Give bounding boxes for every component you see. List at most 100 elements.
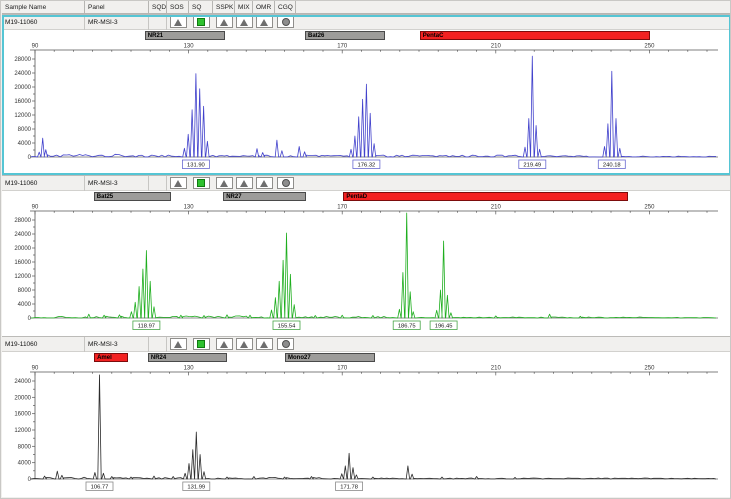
flag-cell-sos: [167, 176, 189, 191]
peak-size-label[interactable]: 171.78: [336, 482, 363, 491]
column-header-sq: SQ: [189, 1, 213, 14]
svg-text:219.49: 219.49: [523, 163, 541, 169]
x-axis-tick-label: 210: [491, 366, 502, 372]
flag-cell-sspk: [213, 176, 235, 191]
y-axis-tick-label: 0: [28, 155, 32, 161]
marker-bar-pentad[interactable]: PentaD: [343, 192, 628, 201]
flag-button-sspk[interactable]: [216, 338, 233, 350]
flag-button-cgq[interactable]: [277, 338, 294, 350]
gray-triangle-flag-icon: [260, 19, 268, 26]
marker-bar-pentac[interactable]: PentaC: [420, 31, 650, 40]
gray-triangle-flag-icon: [240, 341, 248, 348]
gray-triangle-flag-icon: [220, 180, 228, 187]
svg-text:171.78: 171.78: [340, 485, 358, 491]
gray-triangle-flag-icon: [260, 180, 268, 187]
marker-bar-bat25[interactable]: Bat25: [94, 192, 171, 201]
peak-size-label[interactable]: 219.49: [519, 160, 546, 169]
flag-button-cgq[interactable]: [277, 177, 294, 189]
marker-bar-bat26[interactable]: Bat26: [305, 31, 385, 40]
flag-cell-omr: [253, 15, 275, 30]
sample-name-cell[interactable]: M19-11060: [2, 337, 85, 352]
sample-row-header: M19-11060MR-MSI-3: [2, 337, 731, 352]
flag-button-sos[interactable]: [170, 338, 187, 350]
sample-panel-3[interactable]: M19-11060MR-MSI-3Amel NR24 Mono27 90 130 170 2…: [2, 336, 731, 497]
marker-bar-row: Bat25 NR27 PentaD: [2, 191, 731, 202]
flag-button-mix[interactable]: [236, 338, 253, 350]
peak-size-label[interactable]: 196.45: [430, 321, 457, 330]
column-header-mix: MIX: [235, 1, 253, 14]
x-axis-tick-label: 210: [491, 44, 502, 50]
column-header-cgq: CGQ: [275, 1, 296, 14]
svg-text:106.77: 106.77: [91, 485, 109, 491]
peak-size-label[interactable]: 240.18: [598, 160, 625, 169]
flag-button-sspk[interactable]: [216, 16, 233, 28]
flag-button-sq[interactable]: [193, 338, 210, 350]
marker-bar-row: Amel NR24 Mono27: [2, 352, 731, 363]
panel-name-cell[interactable]: MR-MSI-3: [85, 176, 149, 191]
y-axis-tick-label: 4000: [18, 461, 32, 467]
x-axis-tick-label: 170: [337, 44, 348, 50]
marker-bar-nr27[interactable]: NR27: [223, 192, 306, 201]
peak-size-label[interactable]: 176.32: [353, 160, 380, 169]
x-axis-tick-label: 90: [32, 366, 39, 372]
panel-name-cell[interactable]: MR-MSI-3: [85, 337, 149, 352]
flag-button-sspk[interactable]: [216, 177, 233, 189]
sample-panel-2[interactable]: M19-11060MR-MSI-3Bat25NR27PentaD90130170…: [2, 175, 731, 336]
sample-name-cell[interactable]: M19-11060: [2, 176, 85, 191]
panel-name-cell[interactable]: MR-MSI-3: [85, 15, 149, 30]
marker-bar-nr21[interactable]: NR21: [145, 31, 226, 40]
gray-triangle-flag-icon: [220, 341, 228, 348]
flag-button-sq[interactable]: [193, 177, 210, 189]
sample-row-header: M19-11060MR-MSI-3: [2, 176, 731, 191]
y-axis-tick-label: 4000: [18, 141, 32, 147]
flag-button-omr[interactable]: [256, 16, 273, 28]
flag-button-sos[interactable]: [170, 177, 187, 189]
x-axis-tick-label: 130: [184, 205, 195, 211]
flag-button-mix[interactable]: [236, 177, 253, 189]
x-axis-tick-label: 130: [184, 366, 195, 372]
sample-name-cell[interactable]: M19-11060: [2, 15, 85, 30]
peak-size-label[interactable]: 106.77: [86, 482, 113, 491]
marker-bar-amel[interactable]: Amel: [94, 353, 128, 362]
marker-bar-mono27[interactable]: Mono27: [285, 353, 375, 362]
flag-button-mix[interactable]: [236, 16, 253, 28]
electropherogram-plot[interactable]: 9013017021025040008000120001600020000240…: [2, 202, 731, 336]
flag-button-sq[interactable]: [193, 16, 210, 28]
flag-button-sos[interactable]: [170, 16, 187, 28]
peak-size-label[interactable]: 118.97: [133, 321, 160, 330]
peak-size-label[interactable]: 131.99: [183, 482, 210, 491]
svg-text:176.32: 176.32: [358, 163, 376, 169]
sample-panel-1[interactable]: M19-11060MR-MSI-3NR21 Bat26 PentaC 90 130 170…: [2, 14, 731, 175]
gray-triangle-flag-icon: [240, 19, 248, 26]
x-axis-tick-label: 130: [184, 44, 195, 50]
column-header-sample-name: Sample Name: [2, 1, 85, 14]
quality-pass-square-icon: [197, 179, 205, 187]
marker-bar-nr24[interactable]: NR24: [148, 353, 227, 362]
flag-button-omr[interactable]: [256, 177, 273, 189]
y-axis-tick-label: 0: [28, 477, 32, 483]
electropherogram-plot[interactable]: 9013017021025040008000120001600020000240…: [2, 363, 731, 497]
y-axis-tick-label: 4000: [18, 302, 32, 308]
flag-button-cgq[interactable]: [277, 16, 294, 28]
gray-triangle-flag-icon: [220, 19, 228, 26]
flag-cell-omr: [253, 176, 275, 191]
column-header-sspk: SSPK: [213, 1, 235, 14]
x-axis-tick-label: 250: [644, 366, 655, 372]
x-axis-tick-label: 250: [644, 205, 655, 211]
y-axis-tick-label: 12000: [14, 428, 31, 434]
column-header-sqd: SQD: [149, 1, 167, 14]
peak-size-label[interactable]: 155.54: [273, 321, 300, 330]
gray-triangle-flag-icon: [174, 19, 182, 26]
flag-button-omr[interactable]: [256, 338, 273, 350]
gray-circle-flag-icon: [282, 179, 290, 187]
svg-text:131.90: 131.90: [187, 163, 205, 169]
x-axis-tick-label: 170: [337, 366, 348, 372]
peak-size-label[interactable]: 186.75: [393, 321, 420, 330]
flag-cell-sspk: [213, 15, 235, 30]
electropherogram-plot[interactable]: 9013017021025040008000120001600020000240…: [2, 41, 731, 175]
x-axis-tick-label: 90: [32, 44, 39, 50]
gray-circle-flag-icon: [282, 18, 290, 26]
svg-text:118.97: 118.97: [138, 324, 155, 330]
flag-cell-mix: [235, 15, 253, 30]
peak-size-label[interactable]: 131.90: [182, 160, 209, 169]
